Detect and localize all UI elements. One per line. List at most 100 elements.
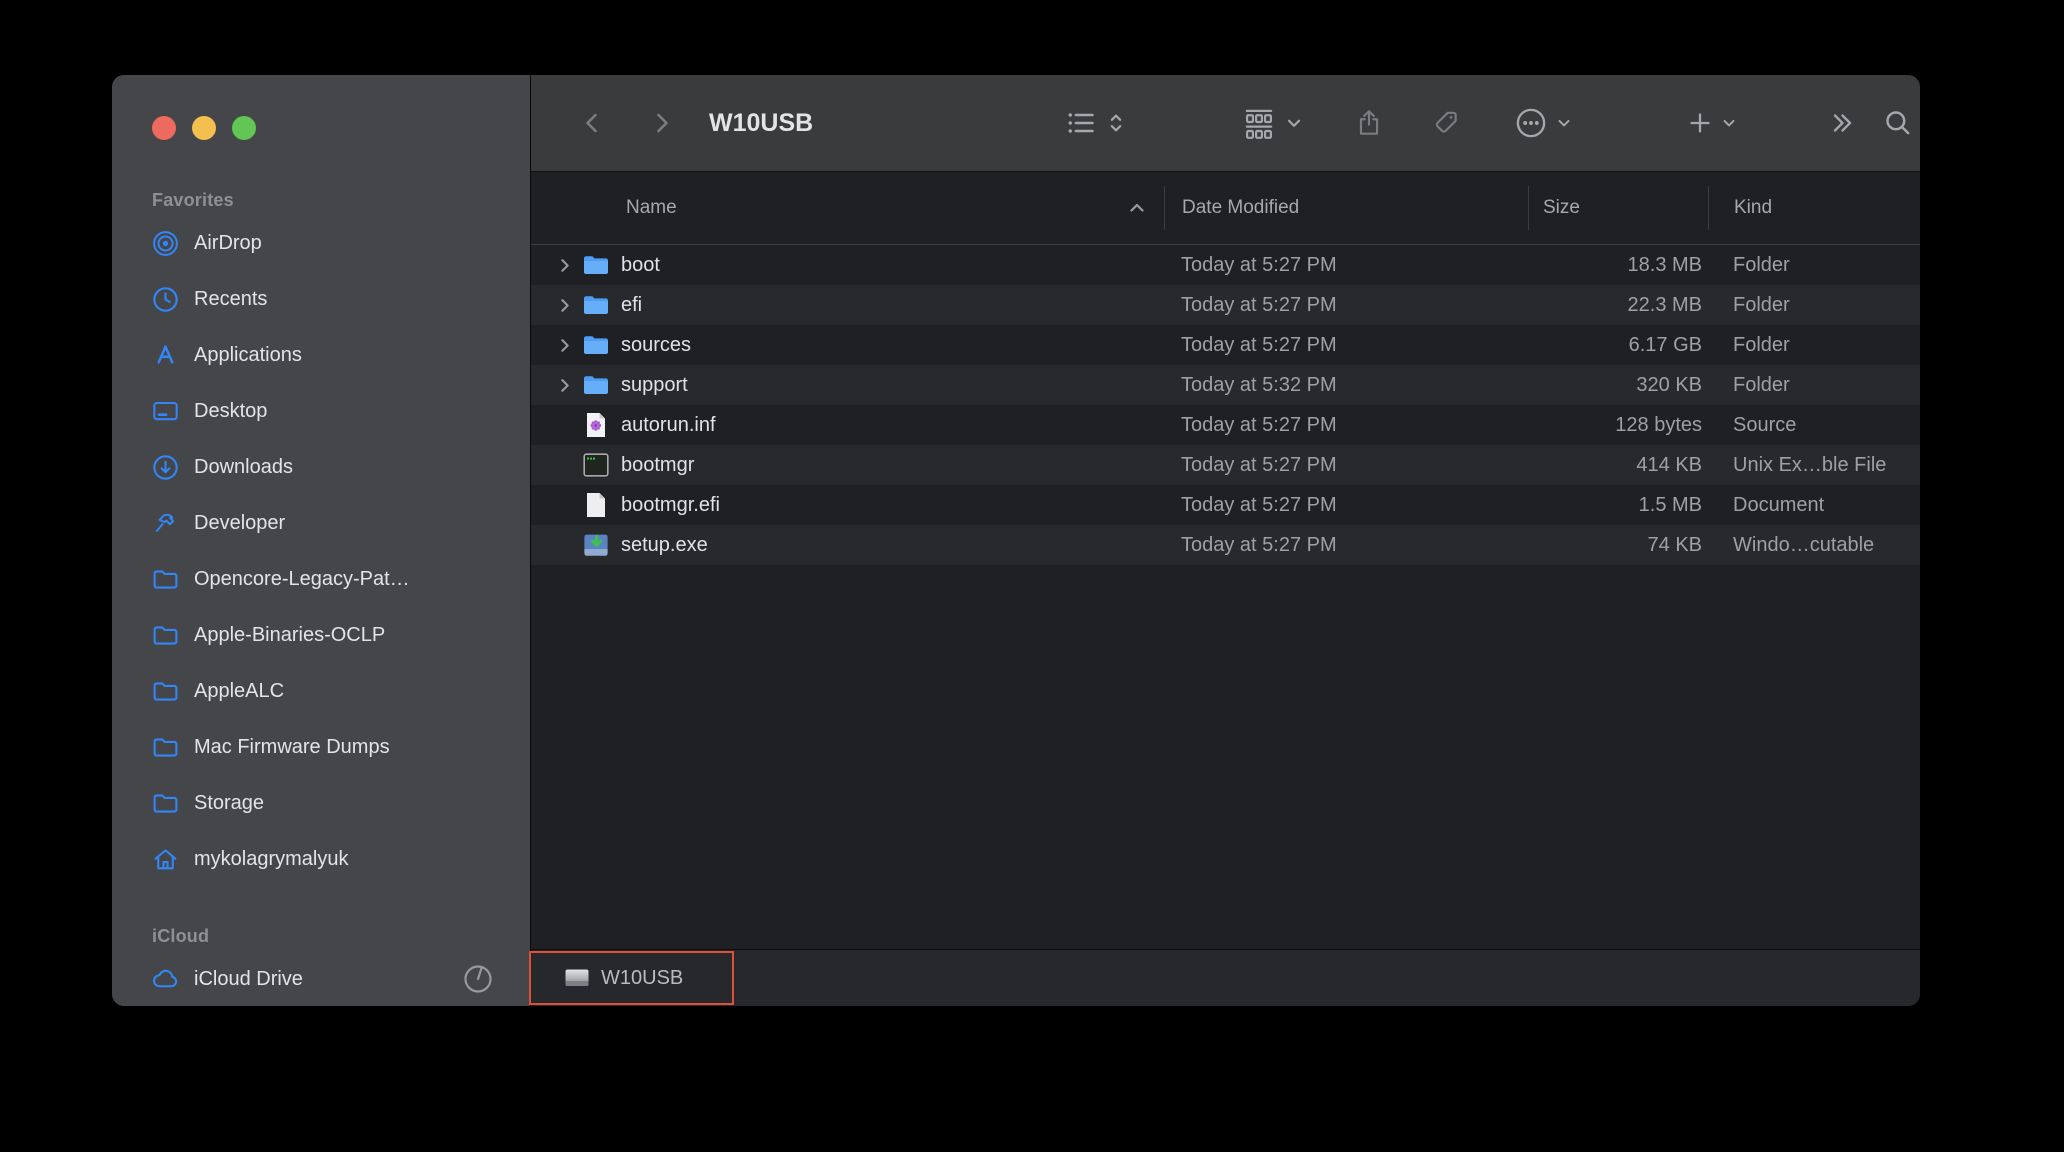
disclosure-chevron-icon[interactable] xyxy=(557,337,573,353)
search-icon xyxy=(1883,108,1913,138)
maximize-window-button[interactable] xyxy=(232,116,256,140)
cell-name: support xyxy=(531,365,1164,405)
sidebar-item-label: Mac Firmware Dumps xyxy=(194,735,390,758)
folder-icon xyxy=(151,565,180,594)
folder-icon xyxy=(151,733,180,762)
window-title: W10USB xyxy=(709,109,814,137)
hammer-icon xyxy=(151,509,180,538)
sidebar-item-label: Desktop xyxy=(194,399,268,422)
sidebar-item-downloads[interactable]: Downloads xyxy=(112,439,530,495)
back-button[interactable] xyxy=(578,75,606,171)
table-row[interactable]: sources Today at 5:27 PM 6.17 GB Folder xyxy=(531,325,1920,365)
file-list: boot Today at 5:27 PM 18.3 MB Folder efi Toda… xyxy=(531,245,1920,565)
sidebar-item-opencore-legacy-pat[interactable]: Opencore-Legacy-Pat… xyxy=(112,551,530,607)
file-name: setup.exe xyxy=(621,533,708,556)
document-file-icon xyxy=(581,492,611,518)
sidebar-item-label: Downloads xyxy=(194,455,293,478)
table-row[interactable]: boot Today at 5:27 PM 18.3 MB Folder xyxy=(531,245,1920,285)
sync-progress-icon xyxy=(462,963,494,995)
view-options-button[interactable] xyxy=(1064,75,1127,171)
sidebar-item-label: Apple-Binaries-OCLP xyxy=(194,623,386,646)
chevron-right-icon xyxy=(648,108,676,138)
toolbar: W10USB xyxy=(531,75,1920,172)
forward-button[interactable] xyxy=(648,75,676,171)
list-empty-area[interactable] xyxy=(531,565,1920,949)
sidebar-item-label: iCloud Drive xyxy=(194,967,303,990)
cell-size: 1.5 MB xyxy=(1638,493,1702,516)
cell-name: boot xyxy=(531,245,1164,285)
cell-name: bootmgr.efi xyxy=(531,485,1164,525)
folder-file-icon xyxy=(581,252,611,278)
disclosure-chevron-icon[interactable] xyxy=(557,377,573,393)
main-pane: W10USB Name Date Modified Size Kind boot… xyxy=(531,75,1920,1006)
cell-name: autorun.inf xyxy=(531,405,1164,445)
toolbar-overflow-button[interactable] xyxy=(1828,75,1856,171)
file-name: bootmgr.efi xyxy=(621,493,720,516)
table-row[interactable]: autorun.inf Today at 5:27 PM 128 bytes Sour… xyxy=(531,405,1920,445)
table-row[interactable]: bootmgr Today at 5:27 PM 414 KB Unix Ex…ble… xyxy=(531,445,1920,485)
sidebar-item-desktop[interactable]: Desktop xyxy=(112,383,530,439)
chevron-down-icon xyxy=(1555,114,1573,132)
cell-size: 414 KB xyxy=(1636,453,1702,476)
sidebar-item-apple-binaries-oclp[interactable]: Apple-Binaries-OCLP xyxy=(112,607,530,663)
file-name: efi xyxy=(621,293,643,316)
column-header-name[interactable]: Name xyxy=(531,186,1164,230)
tag-button[interactable] xyxy=(1431,75,1461,171)
sidebar-section-label: Favorites xyxy=(152,190,234,210)
sidebar-item-applealc[interactable]: AppleALC xyxy=(112,663,530,719)
sidebar-item-label: AppleALC xyxy=(194,679,285,702)
sidebar-item-label: Applications xyxy=(194,343,302,366)
group-button[interactable] xyxy=(1241,75,1304,171)
download-circle-icon xyxy=(151,453,180,482)
disclosure-chevron-icon[interactable] xyxy=(557,257,573,273)
sidebar-item-recents[interactable]: Recents xyxy=(112,271,530,327)
table-row[interactable]: bootmgr.efi Today at 5:27 PM 1.5 MB Documen… xyxy=(531,485,1920,525)
add-button[interactable] xyxy=(1687,75,1738,171)
cell-kind: Folder xyxy=(1733,333,1790,356)
file-name: boot xyxy=(621,253,660,276)
cell-size: 128 bytes xyxy=(1615,413,1702,436)
sidebar-item-label: mykolagrymalyuk xyxy=(194,847,349,870)
list-column-headers: Name Date Modified Size Kind xyxy=(531,172,1920,245)
sidebar-item-applications[interactable]: Applications xyxy=(112,327,530,383)
column-header-kind[interactable]: Kind xyxy=(1708,186,1920,230)
traffic-lights xyxy=(152,116,256,140)
airdrop-icon xyxy=(151,229,180,258)
sidebar-item-icloud-drive[interactable]: iCloud Drive xyxy=(112,951,530,1006)
disclosure-chevron-icon[interactable] xyxy=(557,297,573,313)
minimize-window-button[interactable] xyxy=(192,116,216,140)
cell-size: 74 KB xyxy=(1647,533,1702,556)
sidebar-item-developer[interactable]: Developer xyxy=(112,495,530,551)
close-window-button[interactable] xyxy=(152,116,176,140)
sidebar-item-label: Opencore-Legacy-Pat… xyxy=(194,567,410,590)
cell-kind: Folder xyxy=(1733,373,1790,396)
sidebar: Favorites AirDrop Recents Applications Deskt… xyxy=(112,75,531,1006)
table-row[interactable]: setup.exe Today at 5:27 PM 74 KB Windo…cuta… xyxy=(531,525,1920,565)
plus-icon xyxy=(1687,110,1713,136)
more-actions-button[interactable] xyxy=(1514,75,1573,171)
cell-date-modified: Today at 5:27 PM xyxy=(1181,453,1337,476)
cloud-icon xyxy=(151,965,180,994)
search-button[interactable] xyxy=(1883,75,1913,171)
share-button[interactable] xyxy=(1354,75,1384,171)
file-name: autorun.inf xyxy=(621,413,716,436)
sidebar-item-mykolagrymalyuk[interactable]: mykolagrymalyuk xyxy=(112,831,530,887)
sidebar-item-label: Developer xyxy=(194,511,286,534)
column-header-size[interactable]: Size xyxy=(1528,186,1708,230)
file-name: sources xyxy=(621,333,692,356)
path-item-volume[interactable]: W10USB xyxy=(563,966,683,990)
cell-name: efi xyxy=(531,285,1164,325)
sidebar-item-mac-firmware-dumps[interactable]: Mac Firmware Dumps xyxy=(112,719,530,775)
app-store-icon xyxy=(151,341,180,370)
column-header-date-modified[interactable]: Date Modified xyxy=(1164,186,1528,230)
sidebar-item-storage[interactable]: Storage xyxy=(112,775,530,831)
table-row[interactable]: support Today at 5:32 PM 320 KB Folder xyxy=(531,365,1920,405)
list-view-icon xyxy=(1064,107,1098,139)
sidebar-item-airdrop[interactable]: AirDrop xyxy=(112,215,530,271)
cell-date-modified: Today at 5:27 PM xyxy=(1181,413,1337,436)
sidebar-item-label: Storage xyxy=(194,791,265,814)
table-row[interactable]: efi Today at 5:27 PM 22.3 MB Folder xyxy=(531,285,1920,325)
